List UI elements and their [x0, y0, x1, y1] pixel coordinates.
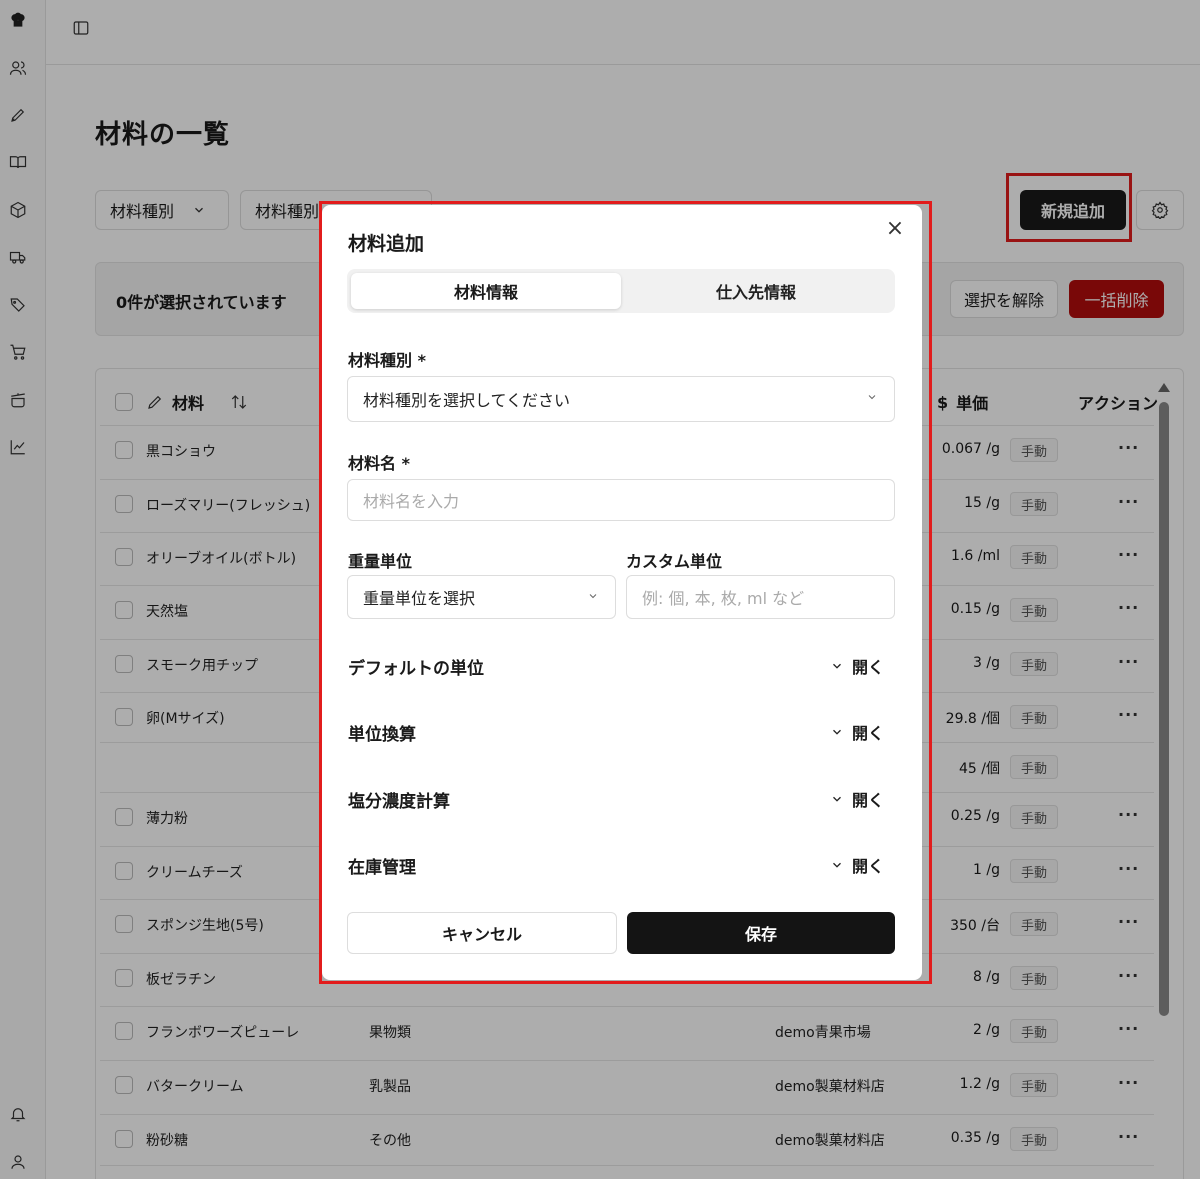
modal-highlight: [319, 201, 932, 984]
